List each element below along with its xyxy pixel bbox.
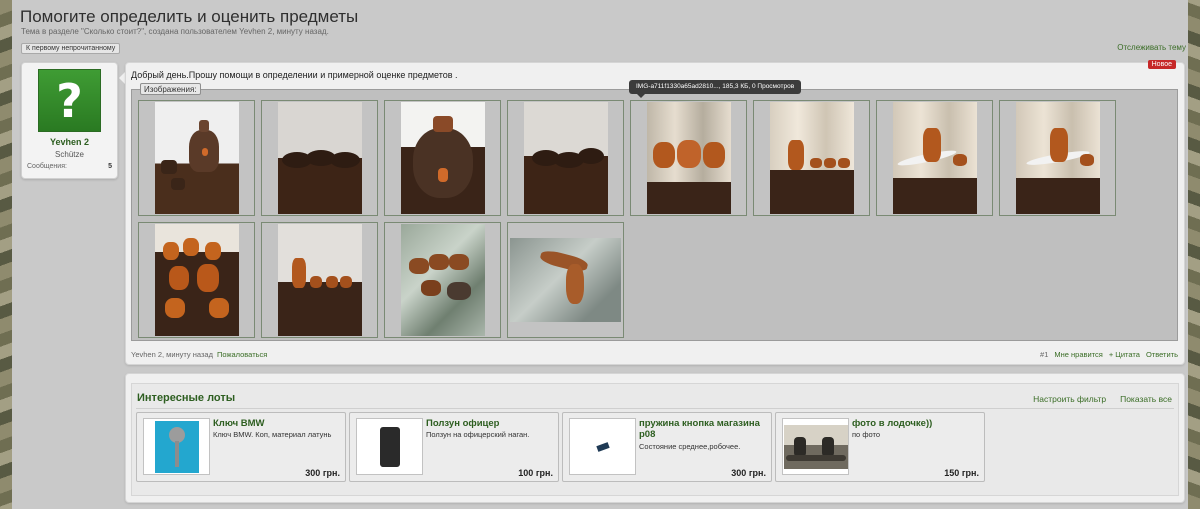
pottery-photo xyxy=(154,224,239,336)
user-title: Schütze xyxy=(55,150,84,159)
lot-name[interactable]: фото в лодочке)) xyxy=(852,418,980,429)
spring-photo xyxy=(595,441,610,452)
key-photo xyxy=(154,420,199,473)
page-description: Тема в разделе "Сколько стоит?", создана… xyxy=(21,27,329,36)
show-all-link[interactable]: Показать все xyxy=(1120,394,1172,404)
page-title: Помогите определить и оценить предметы xyxy=(20,7,359,26)
post-text: Добрый день.Прошу помощи в определении и… xyxy=(131,70,458,80)
lot-description: Ключ BMW. Коп, материал латунь xyxy=(213,430,332,439)
camo-border-left xyxy=(0,0,12,509)
pottery-photo xyxy=(1015,102,1100,214)
pottery-photo xyxy=(769,102,854,214)
divider xyxy=(136,408,1174,409)
pottery-photo xyxy=(523,102,608,214)
pottery-photo xyxy=(892,102,977,214)
pottery-photo xyxy=(510,238,621,322)
lot-image[interactable] xyxy=(143,418,210,475)
attachment-thumb[interactable] xyxy=(753,100,870,216)
lot-image[interactable] xyxy=(569,418,636,475)
boat-photo xyxy=(783,424,848,469)
lot-image[interactable] xyxy=(356,418,423,475)
attachment-thumb[interactable] xyxy=(630,100,747,216)
interesting-lots-panel: Интересные лоты Настроить фильтр Показат… xyxy=(125,373,1185,503)
pottery-photo xyxy=(400,224,485,336)
watch-thread-link[interactable]: Отслеживать тему xyxy=(1117,43,1186,52)
lot-card[interactable]: фото в лодочке)) по фото 150 грн. xyxy=(775,412,985,482)
user-name[interactable]: Yevhen 2 xyxy=(22,137,117,147)
user-card: ? Yevhen 2 Schütze Сообщения: 5 xyxy=(21,62,118,179)
post-footer-right: #1 Мне нравится + Цитата Ответить xyxy=(1040,350,1178,359)
attachment-thumb[interactable] xyxy=(261,222,378,338)
attachment-thumb[interactable] xyxy=(384,222,501,338)
lot-image[interactable] xyxy=(782,418,849,475)
lot-name[interactable]: Ключ BMW xyxy=(213,418,341,429)
lots-inner: Интересные лоты Настроить фильтр Показат… xyxy=(131,383,1179,496)
camo-border-right xyxy=(1188,0,1200,509)
attachment-thumb[interactable] xyxy=(261,100,378,216)
attachment-thumb[interactable] xyxy=(138,100,255,216)
like-link[interactable]: Мне нравится xyxy=(1054,350,1102,359)
lot-card[interactable]: пружина кнопка магазина р08 Состояние ср… xyxy=(562,412,772,482)
lot-description: Ползун на офицерский наган. xyxy=(426,430,530,439)
pottery-photo xyxy=(646,102,731,214)
report-link[interactable]: Пожаловаться xyxy=(217,350,267,359)
attachment-thumb[interactable] xyxy=(876,100,993,216)
attachments-label: Изображения: xyxy=(140,83,201,95)
slider-photo xyxy=(379,426,400,467)
lot-card[interactable]: Ключ BMW Ключ BMW. Коп, материал латунь … xyxy=(136,412,346,482)
pottery-photo xyxy=(277,224,362,336)
lot-description: по фото xyxy=(852,430,881,439)
user-messages-label: Сообщения: xyxy=(27,163,67,170)
new-badge: Новое xyxy=(1147,60,1176,69)
attachment-tooltip: IMG-a711f1330a65ad2810..., 185,3 КБ, 0 П… xyxy=(629,80,802,98)
attachment-thumb[interactable] xyxy=(507,100,624,216)
post-number[interactable]: #1 xyxy=(1040,350,1048,359)
lot-price: 300 грн. xyxy=(731,468,766,478)
user-messages-count[interactable]: 5 xyxy=(108,163,112,170)
lot-price: 150 грн. xyxy=(944,468,979,478)
quote-link[interactable]: + Цитата xyxy=(1109,350,1140,359)
pottery-photo xyxy=(400,102,485,214)
attachment-thumb[interactable] xyxy=(384,100,501,216)
lot-card[interactable]: Ползун офицер Ползун на офицерский наган… xyxy=(349,412,559,482)
lots-actions: Настроить фильтр Показать все xyxy=(1033,394,1172,404)
lots-title: Интересные лоты xyxy=(137,392,236,404)
lot-price: 100 грн. xyxy=(518,468,553,478)
lot-name[interactable]: Ползун офицер xyxy=(426,418,554,429)
lot-name[interactable]: пружина кнопка магазина р08 xyxy=(639,418,767,440)
post-message: Новое Добрый день.Прошу помощи в определ… xyxy=(125,60,1185,365)
user-messages: Сообщения: 5 xyxy=(27,163,112,170)
post-author-time[interactable]: Yevhen 2, минуту назад xyxy=(131,350,213,359)
pottery-photo xyxy=(154,102,239,214)
attachments-box: Изображения: xyxy=(131,83,1178,341)
question-mark-icon: ? xyxy=(56,73,83,128)
attachment-thumb[interactable] xyxy=(138,222,255,338)
pottery-photo xyxy=(277,102,362,214)
filter-link[interactable]: Настроить фильтр xyxy=(1033,394,1106,404)
lot-price: 300 грн. xyxy=(305,468,340,478)
lot-description: Состояние среднее,робочее. xyxy=(639,442,741,451)
first-unread-button[interactable]: К первому непрочитанному xyxy=(21,43,121,54)
attachment-thumb[interactable] xyxy=(507,222,624,338)
post-footer-left: Yevhen 2, минуту назад Пожаловаться xyxy=(131,350,267,359)
reply-link[interactable]: Ответить xyxy=(1146,350,1178,359)
attachment-thumb[interactable] xyxy=(999,100,1116,216)
avatar[interactable]: ? xyxy=(38,69,101,132)
